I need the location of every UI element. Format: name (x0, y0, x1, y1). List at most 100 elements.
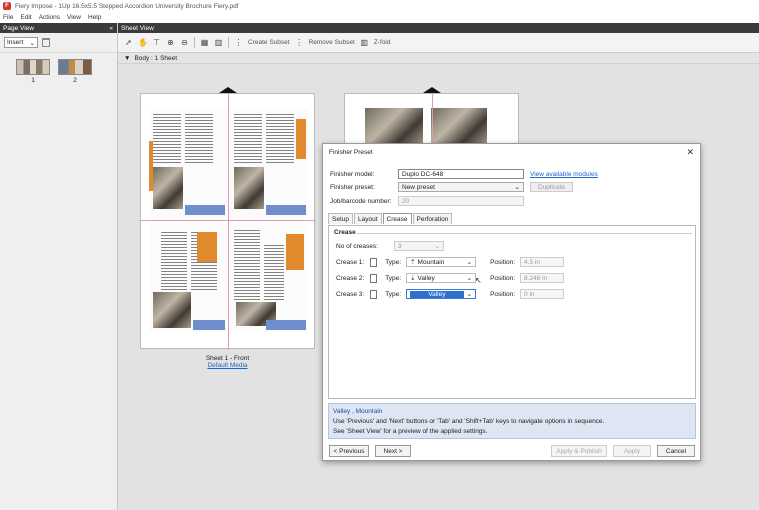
position-field[interactable]: 4.5 in (520, 257, 565, 267)
sheet-caption: Sheet 1 - Front Default Media (140, 355, 315, 369)
info-navigation-hint: Use 'Previous' and 'Next' buttons or 'Ta… (333, 418, 605, 425)
info-options: Valley , Mountain (333, 408, 383, 415)
menu-edit[interactable]: Edit (20, 14, 31, 21)
tab-layout[interactable]: Layout (354, 213, 382, 224)
insert-dropdown[interactable]: Insert ⌄ (4, 37, 38, 48)
window-title: Fiery Impose - 1Up 16.5x5.5 Stepped Acco… (15, 2, 239, 10)
crease-row-3: Crease 3: Type: Valley ⌄ Position: 0 in (336, 289, 565, 299)
finisher-model-field[interactable]: Duplo DC-648 (398, 169, 524, 179)
menu-view[interactable]: View (67, 14, 81, 21)
num-creases-dropdown[interactable]: 3 ⌄ (393, 241, 444, 251)
sheet-media-link[interactable]: Default Media (140, 362, 315, 369)
document-icon (370, 257, 378, 267)
z-fold-button[interactable]: Z-fold (374, 39, 391, 46)
duplicate-button[interactable]: Duplicate (530, 182, 574, 192)
sheet-view-header: Sheet View (118, 23, 759, 33)
page-view-panel: Page View « Insert ⌄ 1 2 (0, 23, 118, 510)
position-field[interactable]: 8.248 in (520, 273, 565, 283)
tab-setup[interactable]: Setup (328, 213, 353, 224)
menu-help[interactable]: Help (88, 14, 101, 21)
crease-type-dropdown[interactable]: ⇡ Mountain ⌄ (406, 257, 477, 267)
select-arrow-icon[interactable]: ➚ (124, 38, 133, 47)
page-thumbnail[interactable]: 1 (16, 59, 50, 84)
finisher-preset-dropdown[interactable]: New preset ⌄ (398, 182, 524, 192)
tab-perforation[interactable]: Perforation (412, 213, 453, 224)
trim-tool-icon[interactable]: ⊤ (152, 38, 161, 47)
crease-label: Crease 2: (336, 274, 365, 282)
create-subset-button[interactable]: Create Subset (248, 39, 290, 46)
title-bar: F Fiery Impose - 1Up 16.5x5.5 Stepped Ac… (0, 0, 759, 12)
cancel-button[interactable]: Cancel (657, 445, 695, 457)
blue-bar (185, 205, 225, 215)
zoom-in-icon[interactable]: ⊕ (166, 38, 175, 47)
brochure-photo (234, 167, 264, 209)
info-preview-hint: See 'Sheet View' for a preview of the ap… (333, 428, 488, 435)
type-label: Type: (385, 274, 402, 282)
crease-row-2: Crease 2: Type: ⇣ Valley ⌄ Position: 8.2… (336, 273, 565, 283)
previous-button[interactable]: < Previous (329, 445, 369, 457)
info-box: Valley , Mountain Use 'Previous' and 'Ne… (328, 403, 696, 439)
expand-triangle-icon[interactable]: ▼ (124, 55, 130, 62)
create-subset-icon: ⋮ (234, 38, 243, 47)
remove-subset-icon: ⋮ (295, 38, 304, 47)
dialog-title: Finisher Preset (329, 148, 373, 156)
page-view-toolbar: Insert ⌄ (0, 33, 117, 53)
fiery-app-icon: F (3, 2, 11, 10)
brochure-photo (431, 108, 487, 146)
job-barcode-field[interactable]: 20 (398, 196, 524, 206)
crease-type-dropdown[interactable]: ⇣ Valley ⌄ (406, 273, 477, 283)
sheet-1-front[interactable] (140, 93, 316, 350)
page-thumbnail[interactable]: 2 (58, 59, 92, 84)
menu-actions[interactable]: Actions (39, 14, 60, 21)
menu-file[interactable]: File (3, 14, 13, 21)
mouse-cursor-icon: ↖ (475, 276, 482, 285)
chevron-down-icon: ⌄ (434, 243, 440, 250)
bleed-guide (228, 94, 229, 350)
delete-page-icon[interactable] (42, 38, 50, 47)
sheet-layout-icon[interactable]: ▦ (200, 38, 209, 47)
crease-type-dropdown[interactable]: Valley ⌄ (406, 289, 477, 299)
insert-dropdown-label: Insert (7, 39, 24, 46)
body-section-row[interactable]: ▼ Body : 1 Sheet (118, 53, 759, 64)
crease-label: Crease 1: (336, 258, 365, 266)
sheet-view-toolbar: ➚ ✋ ⊤ ⊕ ⊖ ▦ ▥ ⋮ Create Subset ⋮ Remove S… (118, 33, 759, 53)
text-column (185, 113, 213, 163)
dialog-tabs: Setup Layout Crease Perforation (328, 213, 453, 224)
body-section-label: Body : 1 Sheet (134, 54, 178, 62)
brochure-photo (153, 167, 183, 209)
orange-block (286, 234, 304, 270)
text-column (266, 113, 294, 163)
finisher-preset-label: Finisher preset: (330, 183, 375, 191)
brochure-panel (149, 109, 227, 217)
orange-bar (149, 141, 153, 191)
collapse-panel-icon[interactable]: « (109, 25, 113, 32)
apply-publish-button[interactable]: Apply & Publish (551, 445, 607, 457)
page-view-header: Page View « (0, 23, 117, 33)
apply-button[interactable]: Apply (613, 445, 651, 457)
pan-hand-icon[interactable]: ✋ (138, 38, 148, 47)
crease-label: Crease 3: (336, 290, 365, 298)
finisher-model-label: Finisher model: (330, 170, 375, 178)
blue-bar (266, 205, 306, 215)
job-barcode-row: Job/barcode number: 20 (330, 196, 524, 206)
view-modules-link[interactable]: View available modules (530, 171, 598, 178)
text-column (153, 113, 181, 163)
sheet-caption-title: Sheet 1 - Front (205, 355, 250, 362)
chevron-down-icon: ⌄ (29, 39, 35, 47)
position-field[interactable]: 0 in (520, 289, 565, 299)
page-thumbnail-image (58, 59, 92, 75)
position-label: Position: (490, 290, 516, 298)
toolbar-divider (228, 37, 229, 48)
remove-subset-button[interactable]: Remove Subset (309, 39, 355, 46)
blue-bar (193, 320, 225, 330)
type-label: Type: (385, 290, 402, 298)
brochure-photo (365, 108, 423, 146)
num-creases-row: No of creases: 3 ⌄ (336, 241, 444, 251)
type-label: Type: (385, 258, 402, 266)
zoom-out-icon[interactable]: ⊖ (180, 38, 189, 47)
next-button[interactable]: Next > (375, 445, 411, 457)
z-fold-icon: ▥ (360, 38, 369, 47)
tab-crease[interactable]: Crease (382, 213, 412, 224)
grid-view-icon[interactable]: ▥ (214, 38, 223, 47)
close-icon[interactable]: ✕ (686, 147, 694, 158)
